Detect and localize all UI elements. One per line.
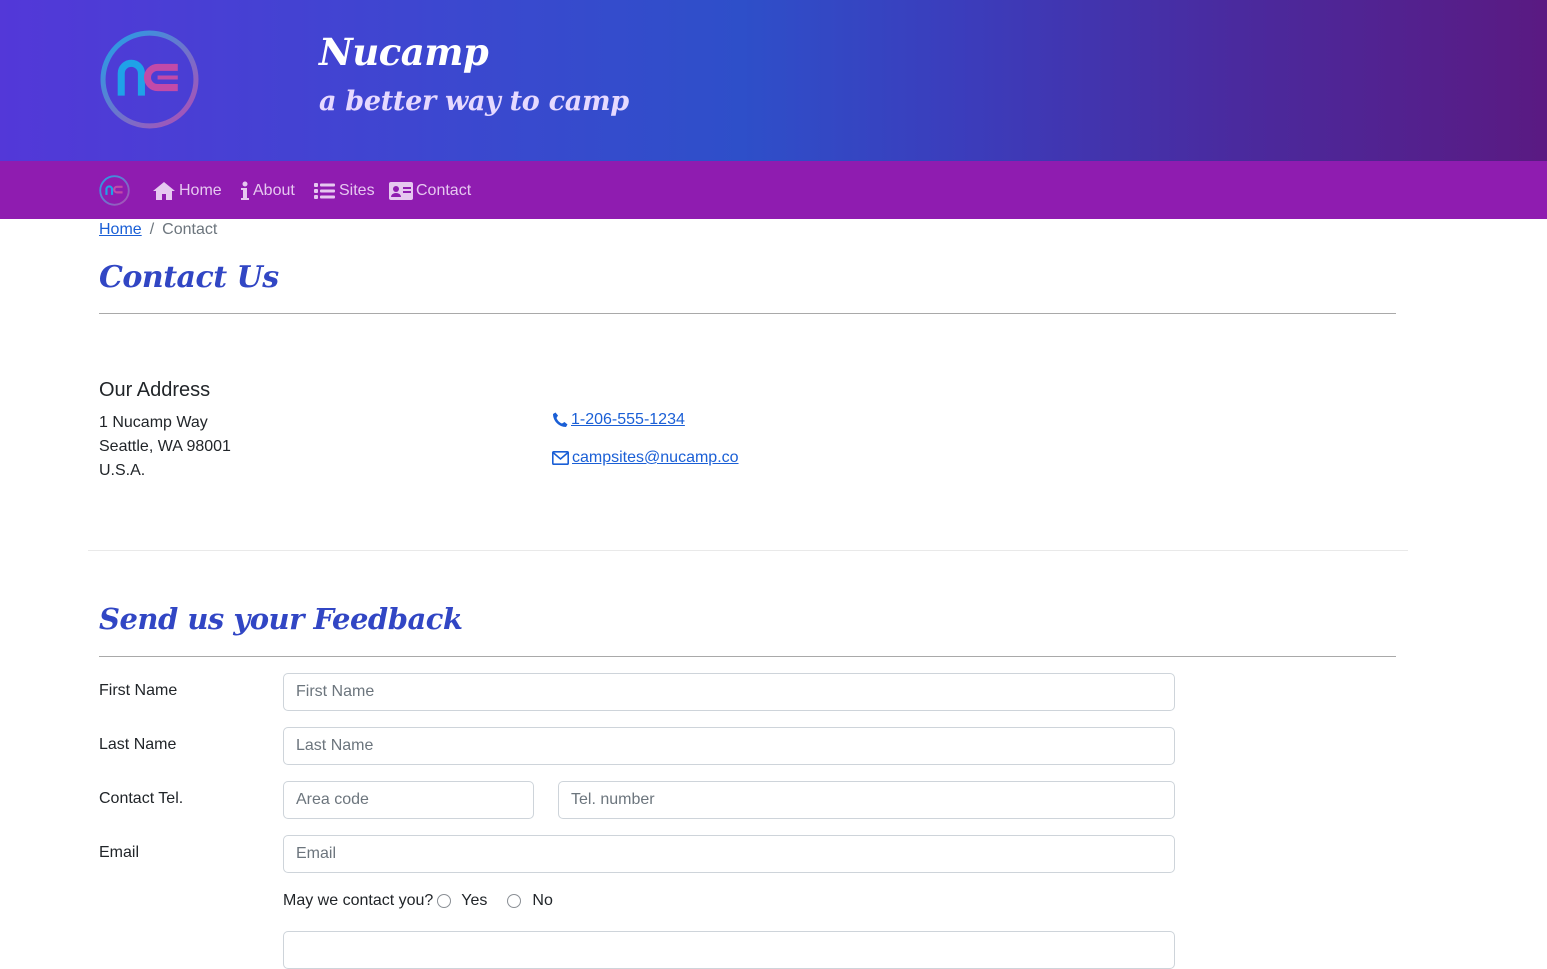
nav-home-link[interactable]: Home <box>152 177 222 205</box>
nav-sites-link[interactable]: Sites <box>314 177 375 205</box>
nucamp-logo <box>100 30 199 129</box>
nav-sites-label: Sites <box>339 182 375 199</box>
brand-title: Nucamp <box>319 30 489 74</box>
address-line: 1 Nucamp Way <box>99 414 208 431</box>
list-icon <box>314 183 335 199</box>
feedback-title: Send us your Feedback <box>99 602 463 636</box>
breadcrumb-home-link[interactable]: Home <box>99 221 142 239</box>
nav-contact-label: Contact <box>416 182 472 199</box>
first-name-label: First Name <box>99 682 178 699</box>
email-input[interactable] <box>283 835 1175 873</box>
nav-about-label: About <box>253 182 295 199</box>
phone-icon <box>553 412 568 427</box>
address-line: Seattle, WA 98001 <box>99 438 231 455</box>
phone-link[interactable]: 1-206-555-1234 <box>552 411 685 429</box>
header-jumbotron <box>0 0 1547 161</box>
brand-tagline: a better way to camp <box>319 86 629 117</box>
address-line: U.S.A. <box>99 462 146 479</box>
nav-home-label: Home <box>179 182 222 199</box>
no-label: No <box>532 892 553 909</box>
info-icon <box>241 181 249 200</box>
feedback-divider <box>99 656 1396 657</box>
tel-number-input[interactable] <box>558 781 1175 819</box>
last-name-label: Last Name <box>99 736 177 753</box>
home-icon <box>153 182 175 200</box>
email-link[interactable]: campsites@nucamp.co <box>552 449 739 467</box>
email-label: Email <box>99 844 140 861</box>
email-address: campsites@nucamp.co <box>572 449 739 466</box>
address-card-icon <box>389 182 413 200</box>
first-name-input[interactable] <box>283 673 1175 711</box>
contact-us-title: Contact Us <box>99 260 279 295</box>
area-code-input[interactable] <box>283 781 534 819</box>
contact-question: May we contact you? <box>283 892 434 909</box>
next-form-field[interactable] <box>283 931 1175 969</box>
contact-tel-label: Contact Tel. <box>99 790 184 807</box>
breadcrumb-current: Contact <box>162 221 218 238</box>
breadcrumb: Home / Contact <box>99 221 217 239</box>
phone-number: 1-206-555-1234 <box>571 411 685 428</box>
contact-divider <box>99 313 1396 314</box>
no-radio[interactable] <box>507 894 522 908</box>
navbar-logo-icon[interactable] <box>99 175 130 206</box>
envelope-icon <box>552 451 569 465</box>
section-divider <box>88 550 1408 551</box>
nav-about-link[interactable]: About <box>240 177 295 205</box>
breadcrumb-separator: / <box>149 221 155 238</box>
yes-label: Yes <box>461 892 488 909</box>
yes-radio[interactable] <box>437 894 452 908</box>
contact-preference: May we contact you? Yes No <box>283 890 553 912</box>
navbar <box>0 161 1547 219</box>
address-heading: Our Address <box>99 379 211 401</box>
nav-contact-link[interactable]: Contact <box>389 177 471 205</box>
last-name-input[interactable] <box>283 727 1175 765</box>
